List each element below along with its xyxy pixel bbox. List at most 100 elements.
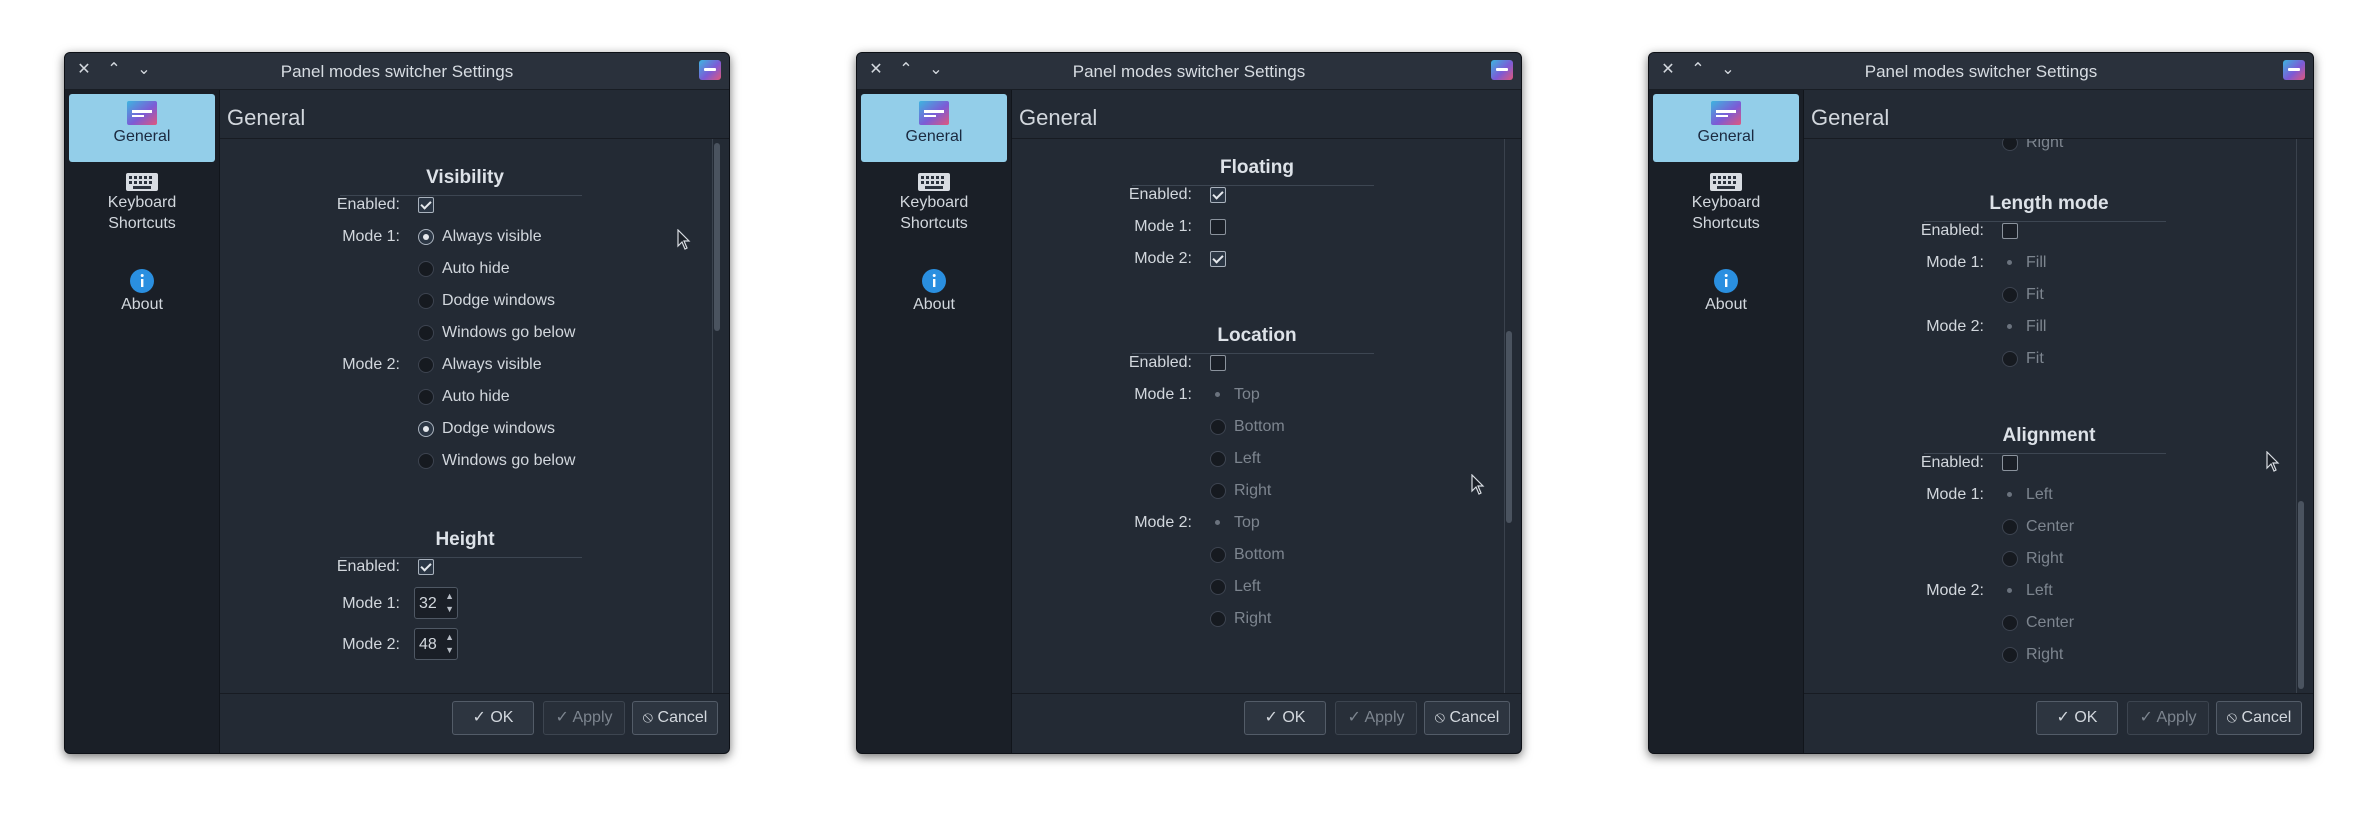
sidebar-item-keyboard-shortcuts[interactable]: Keyboard Shortcuts bbox=[69, 172, 215, 242]
length-mode-mode1-radio[interactable] bbox=[2002, 287, 2018, 303]
sidebar-item-about[interactable]: About bbox=[861, 268, 1007, 324]
previous-section-option[interactable]: Right bbox=[2026, 139, 2063, 152]
location-mode1-option[interactable]: Right bbox=[1234, 482, 1271, 500]
length-mode-mode2-option[interactable]: Fill bbox=[2026, 318, 2046, 336]
location-mode2-radio[interactable] bbox=[1210, 611, 1226, 627]
cancel-button[interactable]: ⦸ Cancel bbox=[1424, 701, 1510, 735]
length-mode-mode1-radio[interactable] bbox=[2002, 255, 2016, 269]
visibility-mode2-radio[interactable] bbox=[418, 421, 434, 437]
length-mode-mode2-radio[interactable] bbox=[2002, 319, 2016, 333]
location-mode2-option[interactable]: Right bbox=[1234, 610, 1271, 628]
sidebar-item-general[interactable]: General bbox=[1653, 94, 1799, 162]
location-mode2-option[interactable]: Left bbox=[1234, 578, 1261, 596]
location-mode1-option[interactable]: Top bbox=[1234, 386, 1260, 404]
apply-button[interactable]: ✓ Apply bbox=[2127, 701, 2209, 735]
location-mode2-radio[interactable] bbox=[1210, 579, 1226, 595]
visibility-mode2-option[interactable]: Windows go below bbox=[442, 452, 575, 470]
length-mode-mode1-option[interactable]: Fill bbox=[2026, 254, 2046, 272]
visibility-mode1-radio[interactable] bbox=[418, 229, 434, 245]
alignment-mode1-option[interactable]: Center bbox=[2026, 518, 2074, 536]
length-mode-mode2-radio[interactable] bbox=[2002, 351, 2018, 367]
length-mode-mode1-option[interactable]: Fit bbox=[2026, 286, 2044, 304]
floating-mode2-checkbox[interactable] bbox=[1210, 251, 1226, 267]
sidebar-item-label: General bbox=[1697, 128, 1755, 145]
location-mode2-radio[interactable] bbox=[1210, 515, 1224, 529]
visibility-mode2-option[interactable]: Always visible bbox=[442, 356, 542, 374]
apply-button[interactable]: ✓ Apply bbox=[543, 701, 625, 735]
visibility-mode1-radio[interactable] bbox=[418, 293, 434, 309]
floating-mode1-checkbox[interactable] bbox=[1210, 219, 1226, 235]
location-mode1-option[interactable]: Bottom bbox=[1234, 418, 1285, 436]
spin-down-icon[interactable]: ▼ bbox=[445, 646, 454, 655]
settings-scroll-area[interactable]: Right Length mode Enabled: Mode 1: Fill … bbox=[1804, 139, 2294, 693]
alignment-mode2-option[interactable]: Left bbox=[2026, 582, 2053, 600]
visibility-mode2-radio[interactable] bbox=[418, 357, 434, 373]
scrollbar-thumb[interactable] bbox=[1506, 331, 1512, 523]
visibility-mode1-radio[interactable] bbox=[418, 325, 434, 341]
window-title: Panel modes switcher Settings bbox=[1072, 62, 1306, 81]
sidebar-item-label: General bbox=[113, 128, 171, 145]
ok-button[interactable]: ✓ OK bbox=[452, 701, 534, 735]
ok-button[interactable]: ✓ OK bbox=[1244, 701, 1326, 735]
sidebar-item-general[interactable]: General bbox=[861, 94, 1007, 162]
location-mode1-radio[interactable] bbox=[1210, 419, 1226, 435]
length-mode-enabled-checkbox[interactable] bbox=[2002, 223, 2018, 239]
visibility-mode2-option[interactable]: Dodge windows bbox=[442, 420, 555, 438]
sidebar-item-about[interactable]: About bbox=[69, 268, 215, 324]
height-enabled-checkbox[interactable] bbox=[418, 559, 434, 575]
alignment-mode1-option[interactable]: Right bbox=[2026, 550, 2063, 568]
scrollbar-thumb[interactable] bbox=[2298, 501, 2304, 689]
vertical-scrollbar[interactable] bbox=[2296, 139, 2305, 693]
location-mode2-option[interactable]: Top bbox=[1234, 514, 1260, 532]
apply-button[interactable]: ✓ Apply bbox=[1335, 701, 1417, 735]
visibility-mode2-radio[interactable] bbox=[418, 389, 434, 405]
previous-section-radio[interactable] bbox=[2002, 139, 2018, 151]
cancel-button[interactable]: ⦸ Cancel bbox=[2216, 701, 2302, 735]
height-mode1-spinbox[interactable]: 32 ▲ ▼ bbox=[414, 587, 458, 619]
location-mode1-radio[interactable] bbox=[1210, 387, 1224, 401]
alignment-mode1-option[interactable]: Left bbox=[2026, 486, 2053, 504]
alignment-mode2-option[interactable]: Right bbox=[2026, 646, 2063, 664]
visibility-mode2-radio[interactable] bbox=[418, 453, 434, 469]
sidebar-item-label: Keyboard Shortcuts bbox=[1691, 194, 1761, 232]
location-mode2-radio[interactable] bbox=[1210, 547, 1226, 563]
visibility-mode1-option[interactable]: Auto hide bbox=[442, 260, 510, 278]
ok-button[interactable]: ✓ OK bbox=[2036, 701, 2118, 735]
sidebar-item-keyboard-shortcuts[interactable]: Keyboard Shortcuts bbox=[1653, 172, 1799, 242]
alignment-mode2-radio[interactable] bbox=[2002, 583, 2016, 597]
visibility-mode2-option[interactable]: Auto hide bbox=[442, 388, 510, 406]
vertical-scrollbar[interactable] bbox=[712, 139, 721, 693]
alignment-enabled-checkbox[interactable] bbox=[2002, 455, 2018, 471]
spin-down-icon[interactable]: ▼ bbox=[445, 605, 454, 614]
visibility-enabled-checkbox[interactable] bbox=[418, 197, 434, 213]
sidebar-item-about[interactable]: About bbox=[1653, 268, 1799, 324]
scrollbar-thumb[interactable] bbox=[714, 143, 720, 331]
cancel-button[interactable]: ⦸ Cancel bbox=[632, 701, 718, 735]
vertical-scrollbar[interactable] bbox=[1504, 139, 1513, 693]
alignment-mode2-radio[interactable] bbox=[2002, 647, 2018, 663]
settings-scroll-area[interactable]: Floating Enabled: Mode 1: Mode 2: Locati… bbox=[1012, 139, 1502, 693]
spin-up-icon[interactable]: ▲ bbox=[445, 592, 454, 601]
height-mode2-spinbox[interactable]: 48 ▲ ▼ bbox=[414, 628, 458, 660]
alignment-mode1-radio[interactable] bbox=[2002, 519, 2018, 535]
alignment-mode2-option[interactable]: Center bbox=[2026, 614, 2074, 632]
location-mode1-radio[interactable] bbox=[1210, 483, 1226, 499]
length-mode-mode2-option[interactable]: Fit bbox=[2026, 350, 2044, 368]
location-mode1-radio[interactable] bbox=[1210, 451, 1226, 467]
settings-scroll-area[interactable]: Visibility Enabled: Mode 1: Always visib… bbox=[220, 139, 710, 693]
location-enabled-checkbox[interactable] bbox=[1210, 355, 1226, 371]
location-mode1-label: Mode 1: bbox=[1134, 386, 1192, 403]
visibility-mode1-option[interactable]: Windows go below bbox=[442, 324, 575, 342]
location-mode2-option[interactable]: Bottom bbox=[1234, 546, 1285, 564]
alignment-mode1-radio[interactable] bbox=[2002, 487, 2016, 501]
spin-up-icon[interactable]: ▲ bbox=[445, 633, 454, 642]
sidebar-item-general[interactable]: General bbox=[69, 94, 215, 162]
sidebar-item-keyboard-shortcuts[interactable]: Keyboard Shortcuts bbox=[861, 172, 1007, 242]
visibility-mode1-option[interactable]: Always visible bbox=[442, 228, 542, 246]
visibility-mode1-option[interactable]: Dodge windows bbox=[442, 292, 555, 310]
alignment-mode2-radio[interactable] bbox=[2002, 615, 2018, 631]
floating-enabled-checkbox[interactable] bbox=[1210, 187, 1226, 203]
alignment-mode1-radio[interactable] bbox=[2002, 551, 2018, 567]
location-mode1-option[interactable]: Left bbox=[1234, 450, 1261, 468]
visibility-mode1-radio[interactable] bbox=[418, 261, 434, 277]
